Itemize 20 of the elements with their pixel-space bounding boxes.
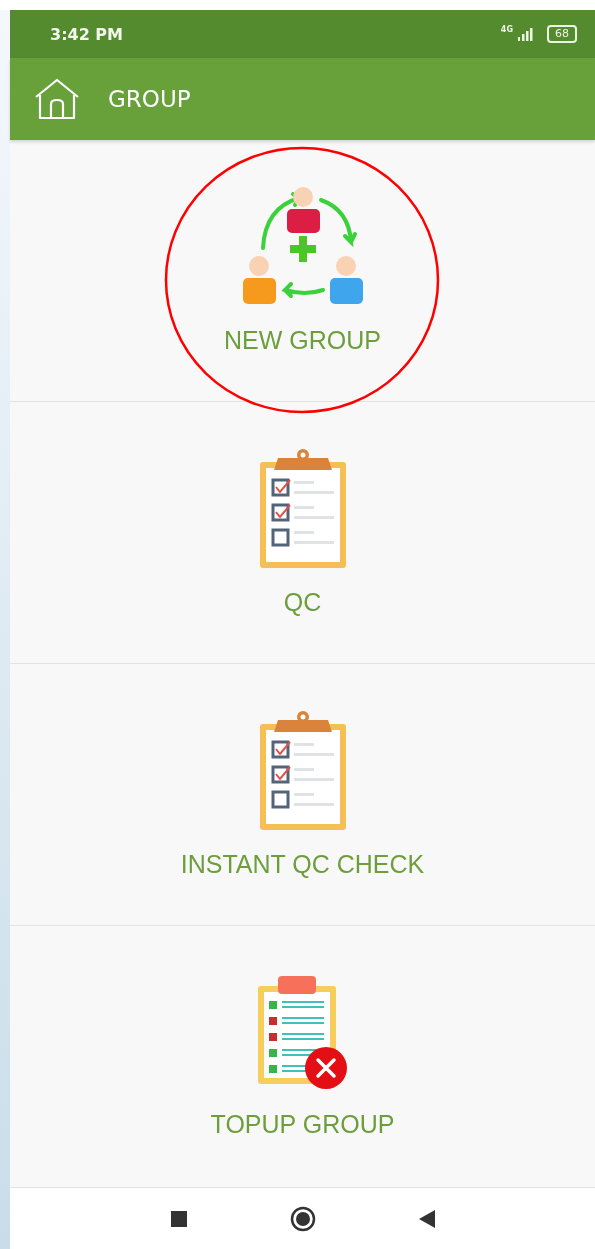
checklist-error-icon (255, 974, 350, 1092)
tile-label: INSTANT QC CHECK (180, 850, 425, 879)
tile-label: NEW GROUP (224, 326, 381, 355)
network-type: 4G (500, 25, 513, 34)
recents-icon[interactable] (169, 1209, 188, 1228)
home-icon[interactable] (34, 78, 80, 120)
home-button-icon[interactable] (289, 1205, 316, 1232)
clipboard-icon (257, 710, 348, 832)
clock-time: 3:42 PM (50, 24, 123, 44)
tile-label: TOPUP GROUP (210, 1110, 395, 1139)
menu-tile[interactable]: INSTANT QC CHECK (10, 664, 595, 926)
battery-level: 68 (547, 25, 577, 43)
menu-tile[interactable]: NEW GROUP (10, 140, 595, 402)
menu-tile[interactable]: QC (10, 402, 595, 664)
menu-tile[interactable]: TOPUP GROUP (10, 926, 595, 1188)
back-icon[interactable] (417, 1208, 436, 1229)
tile-label: QC (283, 588, 322, 617)
signal-icon (516, 27, 536, 41)
screen-title: GROUP (108, 86, 191, 112)
clipboard-icon (257, 448, 348, 570)
